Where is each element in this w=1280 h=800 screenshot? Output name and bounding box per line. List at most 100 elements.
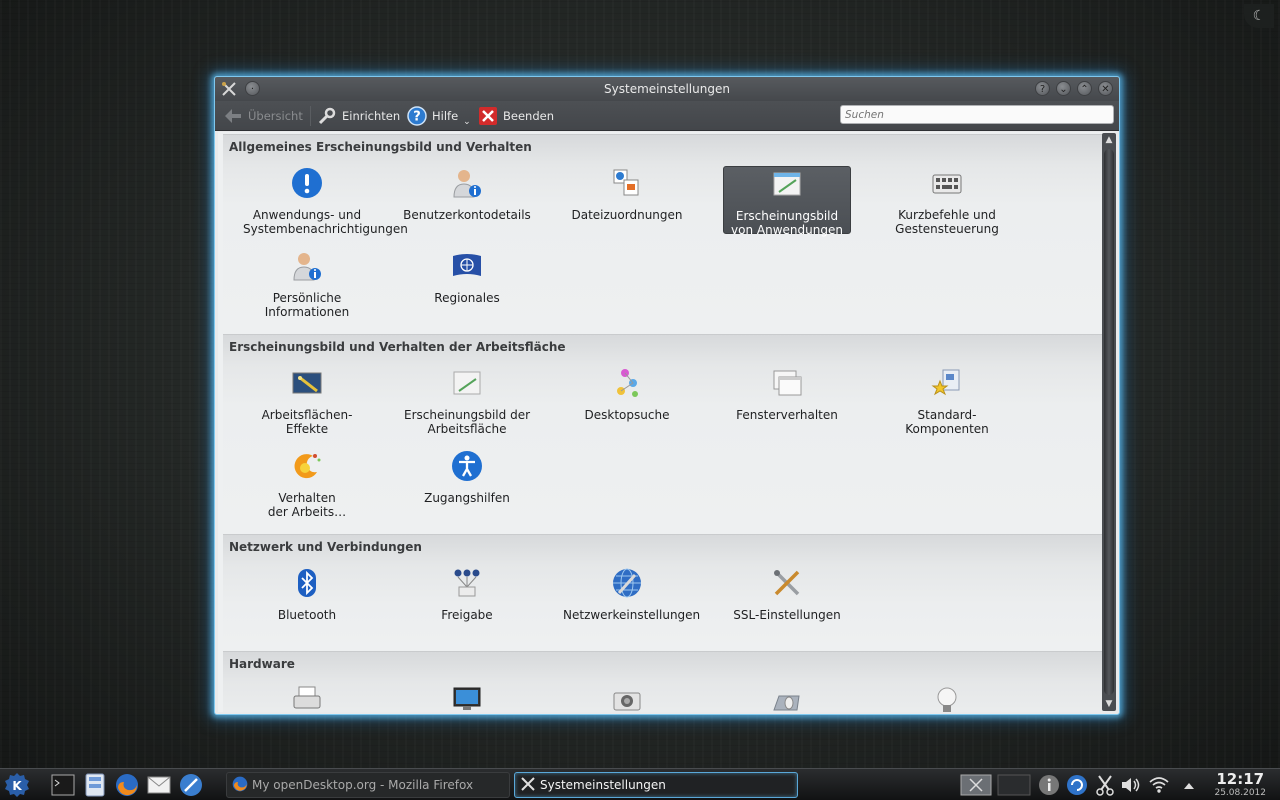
module-shortcuts[interactable]: Kurzbefehle und Gestensteuerung <box>883 166 1011 236</box>
section-title: Hardware <box>229 657 295 671</box>
section-hardware: Hardware <box>223 651 1103 712</box>
module-network-settings[interactable]: Netzwerkeinstellungen <box>563 566 700 634</box>
systemsettings-task-icon <box>520 776 536 795</box>
module-workspace-appearance[interactable]: Erscheinungsbild der Arbeitsfläche <box>403 366 531 436</box>
maximize-button[interactable]: ⌃ <box>1077 81 1092 96</box>
terminal-icon[interactable] <box>50 772 76 798</box>
web-browser-icon[interactable] <box>178 772 204 798</box>
input-devices-icon <box>771 684 803 712</box>
desktop-effects-icon <box>291 367 323 399</box>
bluetooth-icon <box>291 567 323 599</box>
display-icon <box>451 684 483 712</box>
toolbar-separator <box>310 106 311 126</box>
ssl-tools-icon <box>771 567 803 599</box>
klipper-scissors-icon[interactable] <box>1092 772 1118 798</box>
task-firefox[interactable]: My openDesktop.org - Mozilla Firefox <box>226 772 510 798</box>
printer-icon <box>291 684 323 712</box>
notifications-tray-icon[interactable] <box>1036 772 1062 798</box>
help-icon: ? <box>407 106 427 126</box>
personal-info-icon <box>291 250 323 282</box>
task-systemsettings[interactable]: Systemeinstellungen <box>514 772 798 798</box>
settings-content: Allgemeines Erscheinungsbild und Verhalt… <box>218 132 1105 712</box>
user-account-icon <box>451 167 483 199</box>
module-accessibility[interactable]: Zugangshilfen <box>403 449 531 517</box>
workspace-behavior-icon <box>291 450 323 482</box>
scroll-up-arrow-icon[interactable]: ▲ <box>1102 133 1116 147</box>
help-label: Hilfe <box>432 109 459 123</box>
network-icon <box>611 567 643 599</box>
help-button[interactable]: ? Hilfe ⌄ <box>407 105 471 127</box>
kde-menu-icon[interactable]: K <box>4 772 30 798</box>
module-display[interactable] <box>403 683 531 712</box>
scroll-down-arrow-icon[interactable]: ▼ <box>1102 697 1116 711</box>
module-power[interactable] <box>883 683 1011 712</box>
quit-icon <box>478 106 498 126</box>
section-title: Allgemeines Erscheinungsbild und Verhalt… <box>229 140 532 154</box>
configure-button[interactable]: Einrichten <box>317 105 400 127</box>
toolbar: Übersicht Einrichten ? Hilfe ⌄ Beenden <box>215 101 1119 131</box>
notification-icon <box>291 167 323 199</box>
section-title: Erscheinungsbild und Verhalten der Arbei… <box>229 340 566 354</box>
overview-label: Übersicht <box>248 109 303 123</box>
module-default-components[interactable]: Standard-Komponenten <box>883 366 1011 436</box>
module-file-associations[interactable]: Dateizuordnungen <box>563 166 691 234</box>
pager-desktop-1-icon[interactable] <box>960 772 992 798</box>
flag-icon <box>451 250 483 282</box>
clock-date: 25.08.2012 <box>1214 788 1266 798</box>
firefox-task-icon <box>232 776 248 795</box>
configure-label: Einrichten <box>342 109 401 123</box>
module-workspace-behavior[interactable]: Verhalten der Arbeits… <box>243 449 371 519</box>
vertical-scrollbar[interactable]: ▲ ▼ <box>1102 133 1116 711</box>
minimize-button[interactable]: ⌄ <box>1056 81 1071 96</box>
scrollbar-thumb[interactable] <box>1104 149 1114 695</box>
accessibility-icon <box>451 450 483 482</box>
wifi-icon[interactable] <box>1146 772 1172 798</box>
sharing-icon <box>451 567 483 599</box>
pager-desktop-2-icon[interactable] <box>997 772 1031 798</box>
module-user-account[interactable]: Benutzerkontodetails <box>403 166 531 234</box>
firefox-icon[interactable] <box>114 772 140 798</box>
section-title: Netzwerk und Verbindungen <box>229 540 422 554</box>
update-manager-icon[interactable] <box>1064 772 1090 798</box>
module-input-devices[interactable] <box>723 683 851 712</box>
clock[interactable]: 12:17 25.08.2012 <box>1214 770 1266 798</box>
module-desktop-effects[interactable]: Arbeitsflächen-Effekte <box>243 366 371 436</box>
tray-expand-icon[interactable] <box>1176 772 1202 798</box>
module-notifications[interactable]: Anwendungs- und Systembenachrichtigungen <box>243 166 408 236</box>
camera-icon <box>611 684 643 712</box>
quit-label: Beenden <box>503 109 554 123</box>
module-camera[interactable] <box>563 683 691 712</box>
module-app-appearance[interactable]: Erscheinungsbild von Anwendungen <box>723 166 851 237</box>
module-regional[interactable]: Regionales <box>403 249 531 317</box>
search-input[interactable] <box>840 105 1114 124</box>
keyboard-icon <box>931 167 963 199</box>
overview-button[interactable]: Übersicht <box>223 105 303 127</box>
module-desktop-search[interactable]: Desktopsuche <box>563 366 691 434</box>
svg-text:K: K <box>12 779 22 793</box>
module-printer[interactable] <box>243 683 371 712</box>
plasma-toolbox-icon[interactable]: ☾ <box>1244 4 1274 28</box>
module-bluetooth[interactable]: Bluetooth <box>243 566 371 634</box>
taskbar: K My openDesktop.org - Mozilla Firefox S… <box>0 768 1280 800</box>
module-window-behavior[interactable]: Fensterverhalten <box>723 366 851 434</box>
power-bulb-icon <box>931 684 963 712</box>
section-network: Netzwerk und Verbindungen Bluetooth Frei… <box>223 534 1103 649</box>
help-window-button[interactable]: ? <box>1035 81 1050 96</box>
chevron-down-icon: ⌄ <box>463 117 471 127</box>
back-arrow-icon <box>223 106 243 126</box>
mail-icon[interactable] <box>146 772 172 798</box>
close-button[interactable]: ✕ <box>1098 81 1113 96</box>
module-sharing[interactable]: Freigabe <box>403 566 531 634</box>
desktop-search-icon <box>611 367 643 399</box>
settings-window: · Systemeinstellungen ? ⌄ ⌃ ✕ Übersicht … <box>214 76 1120 715</box>
module-ssl-settings[interactable]: SSL-Einstellungen <box>723 566 851 634</box>
quit-button[interactable]: Beenden <box>478 105 554 127</box>
module-personal-info[interactable]: Persönliche Informationen <box>243 249 371 319</box>
file-manager-icon[interactable] <box>82 772 108 798</box>
window-title: Systemeinstellungen <box>604 82 730 96</box>
section-workspace: Erscheinungsbild und Verhalten der Arbei… <box>223 334 1103 532</box>
clock-time: 12:17 <box>1216 770 1265 788</box>
wrench-icon <box>317 106 337 126</box>
volume-icon[interactable] <box>1118 772 1144 798</box>
titlebar[interactable]: · Systemeinstellungen ? ⌄ ⌃ ✕ <box>215 77 1119 101</box>
